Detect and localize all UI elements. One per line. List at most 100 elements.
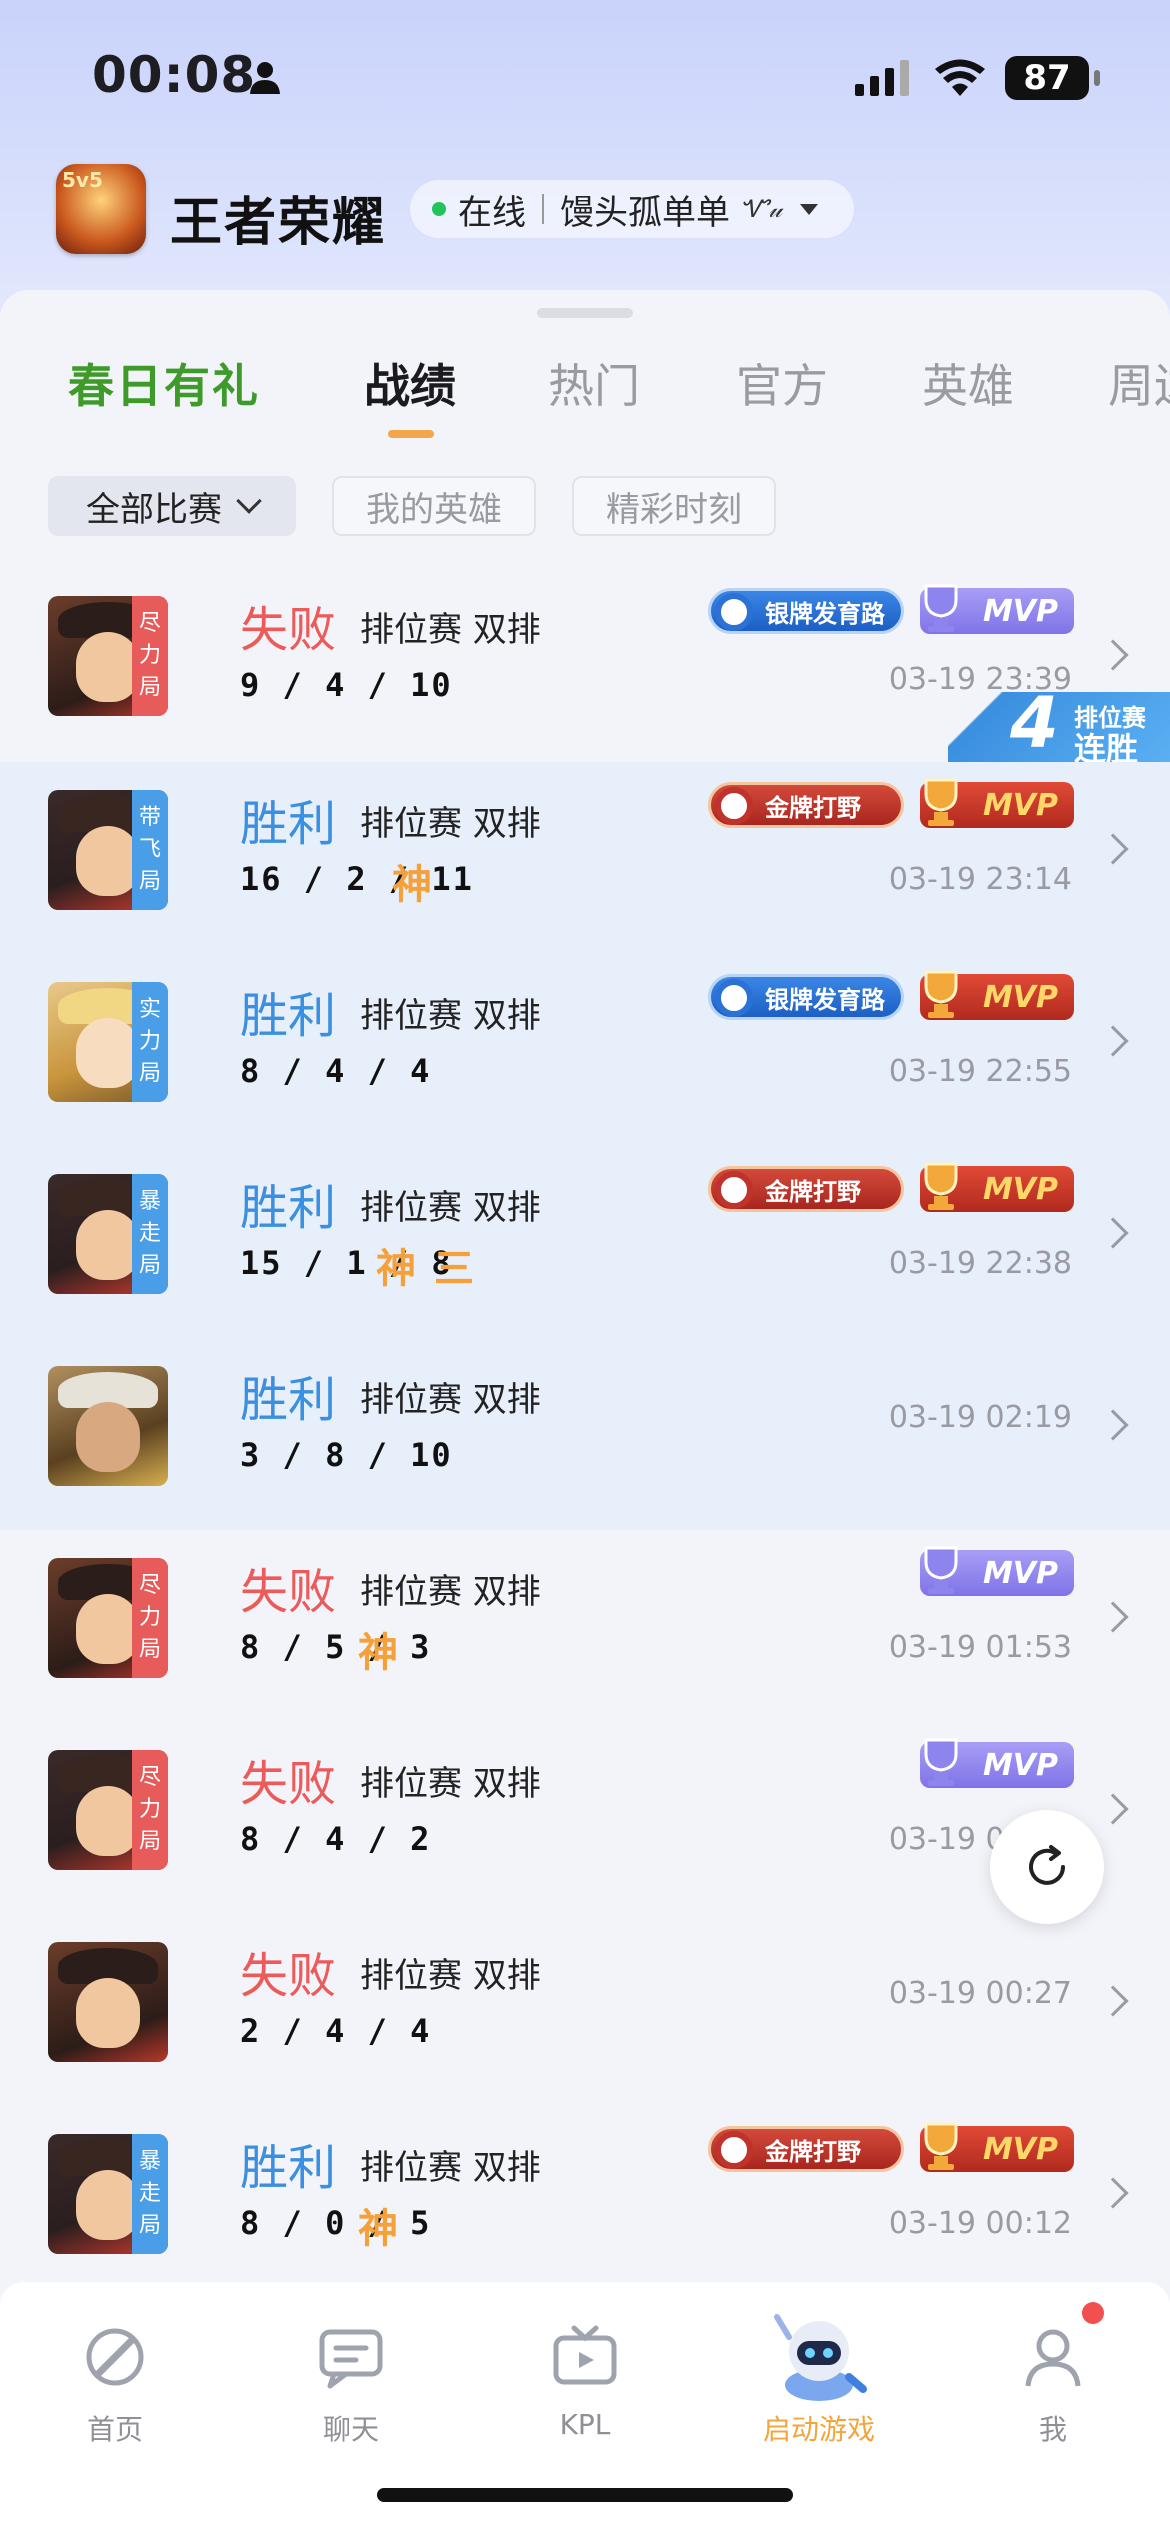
- match-result: 胜利: [240, 988, 337, 1044]
- tab-hot[interactable]: 热门: [548, 350, 640, 416]
- tab-official[interactable]: 官方: [736, 350, 828, 416]
- mvp-label: MVP: [982, 1747, 1058, 1783]
- role-label: 金牌打野: [765, 1177, 861, 1206]
- performance-tag: 带飞局: [132, 790, 168, 910]
- match-time: 03-19 00:12: [888, 2206, 1072, 2241]
- home-indicator[interactable]: [377, 2488, 793, 2502]
- trophy-icon: [924, 2122, 958, 2170]
- tabbar-chat[interactable]: 聊天: [266, 2312, 436, 2448]
- chevron-down-icon: [236, 488, 262, 514]
- tabbar-chat-label: 聊天: [322, 2413, 379, 2446]
- cellular-signal-icon: [855, 60, 909, 96]
- legendary-badge: 神: [358, 2206, 398, 2252]
- tabbar-kpl[interactable]: KPL: [500, 2312, 670, 2441]
- mvp-label: MVP: [982, 2131, 1058, 2167]
- mvp-badge: MVP: [920, 584, 1074, 634]
- tab-merch[interactable]: 周边: [1108, 350, 1170, 416]
- match-mode: 排位赛 双排: [360, 996, 541, 1036]
- match-row[interactable]: 尽力局 失败 排位赛 双排 8 / 5 / 3 神 MVP 03-19 01:5…: [0, 1530, 1170, 1722]
- chevron-right-icon: [1097, 1601, 1129, 1633]
- notification-dot: [1082, 2302, 1104, 2324]
- kda: 15 / 1 / 8: [240, 1244, 453, 1282]
- online-status: 在线: [458, 192, 526, 233]
- hero-avatar: 实力局: [48, 982, 168, 1102]
- chevron-right-icon: [1097, 639, 1129, 671]
- match-row[interactable]: 胜利 排位赛 双排 3 / 8 / 10 03-19 02:19: [0, 1338, 1170, 1530]
- mvp-label: MVP: [982, 787, 1058, 823]
- chevron-right-icon: [1097, 1409, 1129, 1441]
- mvp-badge: MVP: [920, 1162, 1074, 1212]
- mvp-badge: MVP: [920, 970, 1074, 1020]
- tabbar-launch-game[interactable]: 启动游戏: [734, 2312, 904, 2448]
- kda: 8 / 5 / 3: [240, 1628, 432, 1666]
- tabbar-home[interactable]: 首页: [30, 2312, 200, 2448]
- hero-avatar: 尽力局: [48, 596, 168, 716]
- trophy-icon: [924, 1162, 958, 1210]
- battery-cap: [1094, 70, 1100, 86]
- tab-match-record[interactable]: 战绩: [364, 350, 456, 416]
- match-time: 03-19 23:14: [888, 862, 1072, 897]
- all-matches-label: 全部比赛: [86, 489, 222, 530]
- chevron-right-icon: [1097, 1985, 1129, 2017]
- role-label: 金牌打野: [765, 793, 861, 822]
- refresh-button[interactable]: [990, 1810, 1104, 1924]
- match-result: 胜利: [240, 1372, 337, 1428]
- match-row[interactable]: 暴走局 胜利 排位赛 双排 8 / 0 / 5 神 金牌打野 MVP 03-19…: [0, 2106, 1170, 2298]
- hero-avatar: 尽力局: [48, 1558, 168, 1678]
- wifi-icon: [935, 59, 985, 96]
- chat-icon: [319, 2329, 383, 2389]
- trophy-icon: [924, 584, 958, 632]
- tab-heroes[interactable]: 英雄: [922, 350, 1014, 416]
- mvp-badge: MVP: [920, 778, 1074, 828]
- chevron-right-icon: [1097, 1793, 1129, 1825]
- match-result: 失败: [240, 602, 337, 658]
- status-time: 00:08: [92, 46, 257, 104]
- match-time: 03-19 00:27: [888, 1976, 1072, 2011]
- role-icon: [715, 787, 753, 825]
- role-label: 银牌发育路: [765, 599, 885, 628]
- pill-divider: [542, 194, 544, 224]
- hero-avatar: [48, 1942, 168, 2062]
- role-label: 银牌发育路: [765, 985, 885, 1014]
- my-heroes-filter[interactable]: 我的英雄: [332, 476, 536, 536]
- app-logo[interactable]: 5v5: [56, 164, 146, 254]
- tabbar-me[interactable]: 我: [968, 2312, 1138, 2448]
- tab-spring-gift[interactable]: 春日有礼: [68, 350, 260, 416]
- match-mode: 排位赛 双排: [360, 610, 541, 650]
- kda: 8 / 4 / 2: [240, 1820, 432, 1858]
- role-label: 金牌打野: [765, 2137, 861, 2166]
- match-row[interactable]: 失败 排位赛 双排 2 / 4 / 4 03-19 00:27: [0, 1914, 1170, 2106]
- match-row[interactable]: 尽力局 失败 排位赛 双排 9 / 4 / 10 银牌发育路 MVP 03-19…: [0, 568, 1170, 768]
- kda: 8 / 0 / 5: [240, 2204, 432, 2242]
- filter-bar: 全部比赛 我的英雄 精彩时刻: [0, 476, 1170, 540]
- match-result: 失败: [240, 1948, 337, 2004]
- role-icon: [715, 1171, 753, 1209]
- grab-handle[interactable]: [537, 308, 633, 318]
- match-mode: 排位赛 双排: [360, 1188, 541, 1228]
- account-switcher[interactable]: 在线 馒头孤单单 Ꮙ𝓊: [410, 180, 854, 238]
- match-row[interactable]: 暴走局 胜利 排位赛 双排 15 / 1 / 8 神 三 金牌打野 MVP 03…: [0, 1146, 1170, 1338]
- match-row[interactable]: 带飞局 胜利 排位赛 双排 16 / 2 / 11 神 金牌打野 MVP 03-…: [0, 762, 1170, 954]
- refresh-icon: [1029, 1845, 1065, 1885]
- username: 馒头孤单单: [560, 192, 730, 233]
- performance-tag: 尽力局: [132, 596, 168, 716]
- person-icon: [250, 62, 280, 94]
- match-mode: 排位赛 双排: [360, 804, 541, 844]
- hero-avatar: [48, 1366, 168, 1486]
- match-mode: 排位赛 双排: [360, 1572, 541, 1612]
- online-dot-icon: [432, 202, 446, 216]
- match-row[interactable]: 实力局 胜利 排位赛 双排 8 / 4 / 4 银牌发育路 MVP 03-19 …: [0, 954, 1170, 1146]
- highlights-filter[interactable]: 精彩时刻: [572, 476, 776, 536]
- mvp-label: MVP: [982, 1171, 1058, 1207]
- role-icon: [715, 979, 753, 1017]
- trophy-icon: [924, 1738, 958, 1786]
- match-time: 03-19 22:55: [888, 1054, 1072, 1089]
- trophy-icon: [924, 1546, 958, 1594]
- match-result: 胜利: [240, 1180, 337, 1236]
- win-streak-banner: 4 排位赛 连胜: [948, 682, 1170, 768]
- streak-number: 4: [1010, 682, 1059, 764]
- trophy-icon: [924, 778, 958, 826]
- trophy-icon: [924, 970, 958, 1018]
- all-matches-dropdown[interactable]: 全部比赛: [48, 476, 296, 536]
- role-badge: 银牌发育路: [708, 588, 904, 634]
